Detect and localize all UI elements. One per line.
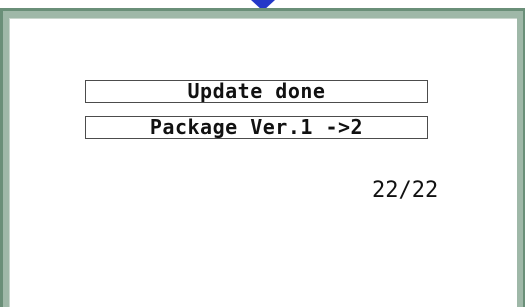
- progress-counter: 22/22: [372, 178, 439, 203]
- package-version-message: Package Ver.1 ->2: [85, 116, 428, 139]
- display-screen: Update done Package Ver.1 ->2 22/22: [9, 18, 517, 307]
- update-status-message: Update done: [85, 80, 428, 103]
